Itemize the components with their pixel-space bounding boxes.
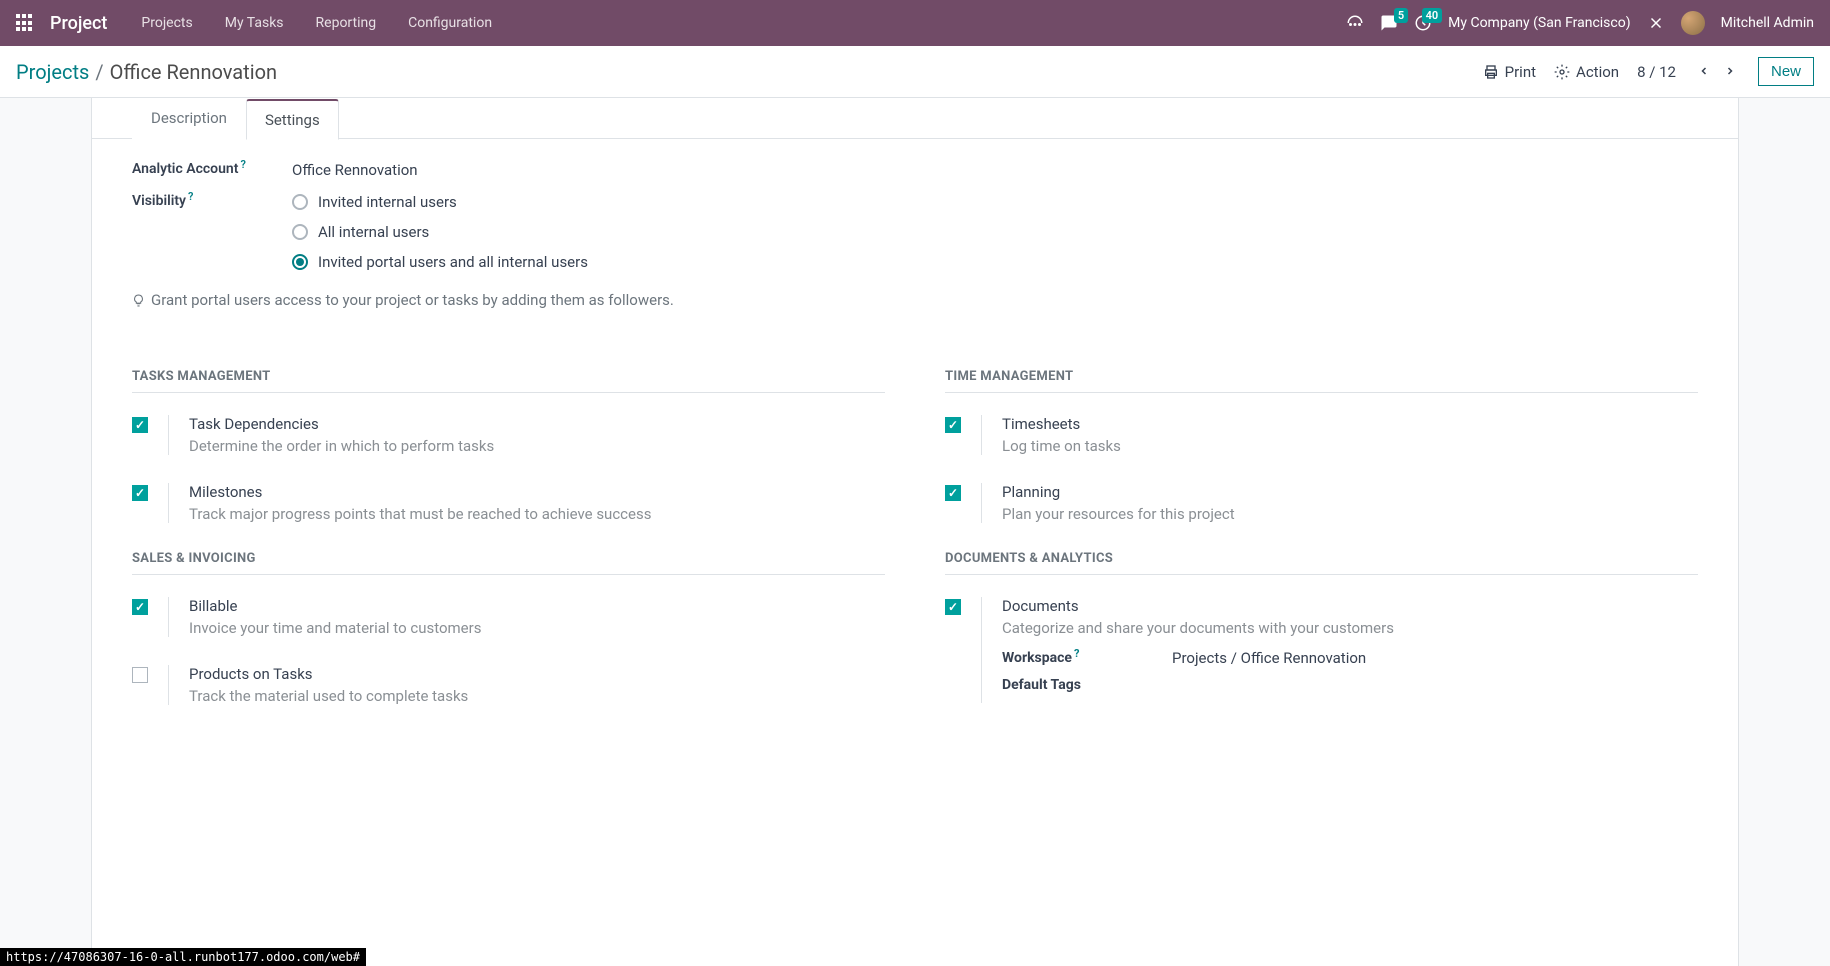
radio-icon <box>292 194 308 210</box>
workspace-label: Workspace ? <box>1002 650 1172 666</box>
setting-name: Planning <box>1002 483 1698 501</box>
shortcuts-icon[interactable] <box>1346 14 1364 32</box>
nav-configuration[interactable]: Configuration <box>402 3 498 43</box>
help-icon[interactable]: ? <box>1074 647 1079 660</box>
section-sales-invoicing: Sales & Invoicing <box>132 551 885 575</box>
pager-next-icon[interactable] <box>1720 62 1740 81</box>
status-url-tooltip: https://47086307-16-0-all.runbot177.odoo… <box>0 948 366 966</box>
lightbulb-icon <box>132 294 145 307</box>
breadcrumb: Projects / Office Rennovation <box>16 60 277 84</box>
nav-my-tasks[interactable]: My Tasks <box>219 3 290 43</box>
radio-icon <box>292 224 308 240</box>
help-icon[interactable]: ? <box>188 190 193 203</box>
breadcrumb-current: Office Rennovation <box>110 60 277 84</box>
visibility-hint: Grant portal users access to your projec… <box>132 291 1698 309</box>
top-navbar: Project Projects My Tasks Reporting Conf… <box>0 0 1830 46</box>
checkbox-billable[interactable] <box>132 599 148 615</box>
section-documents-analytics: Documents & Analytics <box>945 551 1698 575</box>
checkbox-products-on-tasks[interactable] <box>132 667 148 683</box>
form-sheet: Description Settings Analytic Account ? … <box>91 98 1739 966</box>
activities-icon[interactable]: 40 <box>1414 14 1432 32</box>
setting-name: Products on Tasks <box>189 665 885 683</box>
pager-counter[interactable]: 8 / 12 <box>1637 63 1676 81</box>
analytic-account-label: Analytic Account ? <box>132 161 292 177</box>
app-brand[interactable]: Project <box>50 13 107 34</box>
visibility-all-internal[interactable]: All internal users <box>292 223 588 241</box>
breadcrumb-root[interactable]: Projects <box>16 60 89 84</box>
tab-description[interactable]: Description <box>132 98 246 139</box>
visibility-label: Visibility ? <box>132 193 292 209</box>
nav-reporting[interactable]: Reporting <box>310 3 383 43</box>
messages-icon[interactable]: 5 <box>1380 14 1398 32</box>
tabs: Description Settings <box>92 98 1738 139</box>
section-tasks-management: Tasks Management <box>132 369 885 393</box>
setting-name: Billable <box>189 597 885 615</box>
setting-name: Milestones <box>189 483 885 501</box>
tab-settings[interactable]: Settings <box>246 99 339 140</box>
print-button[interactable]: Print <box>1483 63 1536 81</box>
workspace-value[interactable]: Projects / Office Rennovation <box>1172 649 1366 667</box>
visibility-radio-group: Invited internal users All internal user… <box>292 193 588 271</box>
checkbox-milestones[interactable] <box>132 485 148 501</box>
setting-name: Task Dependencies <box>189 415 885 433</box>
visibility-invited-portal[interactable]: Invited portal users and all internal us… <box>292 253 588 271</box>
setting-name: Timesheets <box>1002 415 1698 433</box>
tools-icon[interactable] <box>1647 14 1665 32</box>
company-switcher[interactable]: My Company (San Francisco) <box>1448 15 1630 31</box>
action-button[interactable]: Action <box>1554 63 1619 81</box>
setting-desc: Log time on tasks <box>1002 437 1698 455</box>
setting-name: Documents <box>1002 597 1698 615</box>
pager-prev-icon[interactable] <box>1694 62 1714 81</box>
avatar[interactable] <box>1681 11 1705 35</box>
setting-desc: Determine the order in which to perform … <box>189 437 885 455</box>
setting-desc: Categorize and share your documents with… <box>1002 619 1698 637</box>
checkbox-planning[interactable] <box>945 485 961 501</box>
setting-desc: Invoice your time and material to custom… <box>189 619 885 637</box>
default-tags-label: Default Tags <box>1002 677 1172 693</box>
checkbox-timesheets[interactable] <box>945 417 961 433</box>
apps-icon[interactable] <box>16 14 34 32</box>
checkbox-documents[interactable] <box>945 599 961 615</box>
action-label: Action <box>1576 63 1619 81</box>
setting-desc: Track the material used to complete task… <box>189 687 885 705</box>
section-time-management: Time Management <box>945 369 1698 393</box>
setting-desc: Plan your resources for this project <box>1002 505 1698 523</box>
navbar-menu: Projects My Tasks Reporting Configuratio… <box>135 3 498 43</box>
messages-badge: 5 <box>1394 8 1408 23</box>
print-label: Print <box>1505 63 1536 81</box>
help-icon[interactable]: ? <box>240 158 245 171</box>
visibility-invited-internal[interactable]: Invited internal users <box>292 193 588 211</box>
setting-desc: Track major progress points that must be… <box>189 505 885 523</box>
user-menu[interactable]: Mitchell Admin <box>1721 15 1814 31</box>
radio-icon <box>292 254 308 270</box>
new-button[interactable]: New <box>1758 57 1814 86</box>
analytic-account-value[interactable]: Office Rennovation <box>292 161 418 179</box>
control-bar: Projects / Office Rennovation Print Acti… <box>0 46 1830 98</box>
activities-badge: 40 <box>1422 8 1443 23</box>
breadcrumb-sep: / <box>95 60 103 84</box>
checkbox-task-dependencies[interactable] <box>132 417 148 433</box>
nav-projects[interactable]: Projects <box>135 3 198 43</box>
